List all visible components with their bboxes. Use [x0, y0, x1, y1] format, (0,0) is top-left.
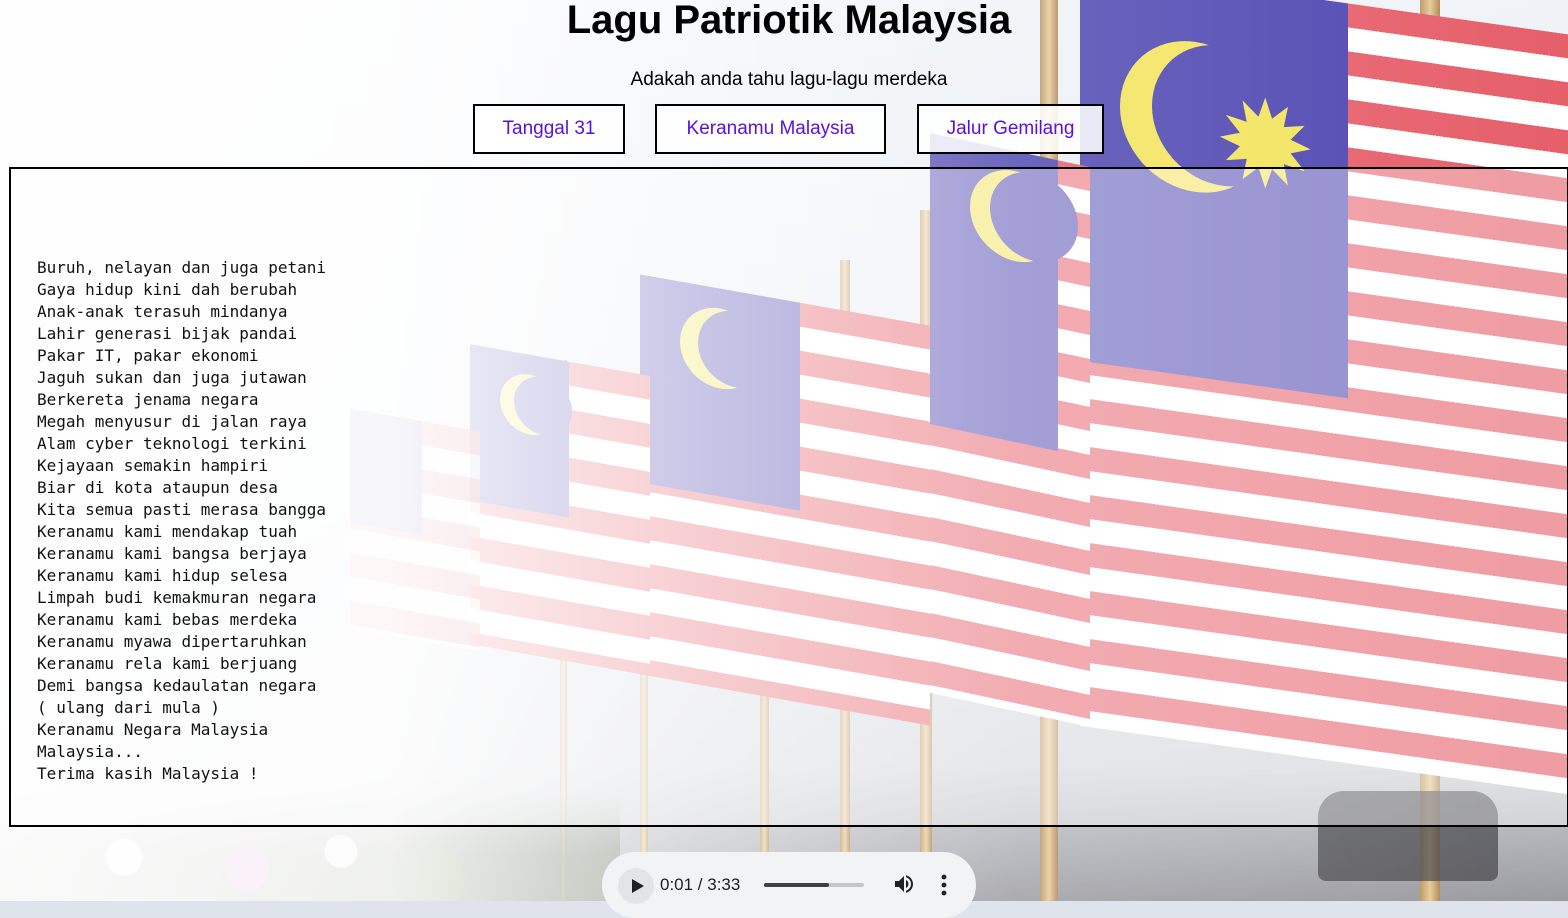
lyric-line: Berkereta jenama negara: [37, 390, 259, 409]
lyric-line: Malaysia...: [37, 742, 143, 761]
tanggal-31-button[interactable]: Tanggal 31: [473, 104, 625, 154]
lyric-line: Keranamu kami bebas merdeka: [37, 610, 298, 629]
lyric-line: Keranamu kami hidup selesa: [37, 566, 288, 585]
more-options-icon[interactable]: [934, 872, 954, 898]
jalur-gemilang-button[interactable]: Jalur Gemilang: [917, 104, 1104, 154]
lyric-line: Keranamu myawa dipertaruhkan: [37, 632, 307, 651]
lyric-line: Keranamu kami bangsa berjaya: [37, 544, 307, 563]
lyric-line: Pakar IT, pakar ekonomi: [37, 346, 259, 365]
seek-progress: [764, 883, 829, 887]
lyric-line: Keranamu Negara Malaysia: [37, 720, 269, 739]
lyric-line: Alam cyber teknologi terkini: [37, 434, 307, 453]
lyric-line: Anak-anak terasuh mindanya: [37, 302, 288, 321]
lyric-line: Biar di kota ataupun desa: [37, 478, 278, 497]
play-icon[interactable]: [618, 868, 654, 904]
time-display: 0:01 / 3:33: [660, 875, 741, 894]
keranamu-malaysia-button[interactable]: Keranamu Malaysia: [655, 104, 886, 154]
audio-player: 0:01 / 3:33: [602, 852, 976, 918]
lyrics-text: Buruh, nelayan dan juga petani Gaya hidu…: [37, 257, 326, 785]
volume-icon[interactable]: [892, 872, 916, 896]
lyric-line: Terima kasih Malaysia !: [37, 764, 259, 783]
lyric-line: Kejayaan semakin hampiri: [37, 456, 269, 475]
lyric-line: ( ulang dari mula ): [37, 698, 221, 717]
lyrics-panel: Buruh, nelayan dan juga petani Gaya hidu…: [9, 167, 1568, 827]
lyric-line: Kita semua pasti merasa bangga: [37, 500, 326, 519]
lyric-line: Megah menyusur di jalan raya: [37, 412, 307, 431]
lyric-line: Lahir generasi bijak pandai: [37, 324, 298, 343]
lyric-line: Demi bangsa kedaulatan negara: [37, 676, 317, 695]
lyric-line: Keranamu kami mendakap tuah: [37, 522, 298, 541]
lyric-line: Buruh, nelayan dan juga petani: [37, 258, 326, 277]
lyric-line: Gaya hidup kini dah berubah: [37, 280, 298, 299]
lyric-line: Limpah budi kemakmuran negara: [37, 588, 317, 607]
lyric-line: Jaguh sukan dan juga jutawan: [37, 368, 307, 387]
seek-slider[interactable]: [764, 883, 864, 887]
page-title: Lagu Patriotik Malaysia: [566, 0, 1012, 42]
lyric-line: Keranamu rela kami berjuang: [37, 654, 298, 673]
page-subtitle: Adakah anda tahu lagu-lagu merdeka: [630, 69, 948, 90]
